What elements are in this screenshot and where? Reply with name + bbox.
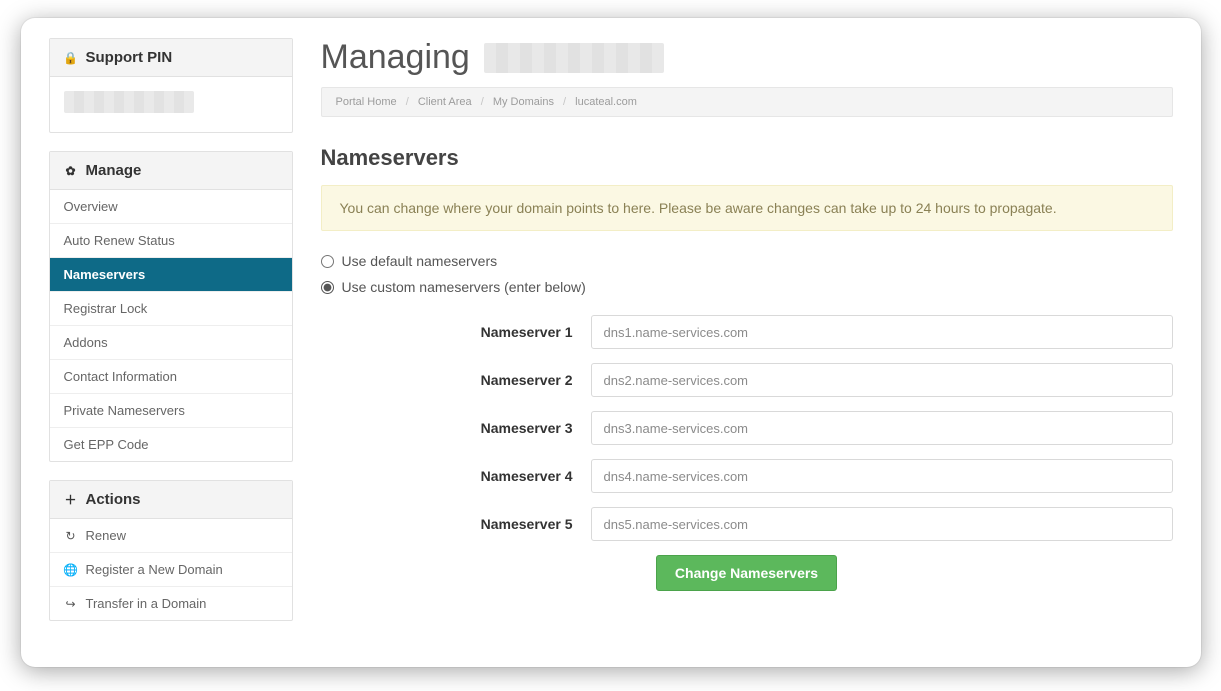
support-pin-body <box>50 77 292 132</box>
breadcrumb-item[interactable]: Client Area <box>418 96 472 108</box>
arrow-share-icon: ↪ <box>64 597 78 611</box>
radio-custom-ns[interactable]: Use custom nameservers (enter below) <box>321 279 1173 295</box>
ns-label-3: Nameserver 3 <box>321 420 591 436</box>
ns-label-5: Nameserver 5 <box>321 516 591 532</box>
support-pin-title: Support PIN <box>86 49 173 66</box>
support-pin-panel: 🔒 Support PIN <box>49 38 293 133</box>
section-title: Nameservers <box>321 145 1173 171</box>
actions-header: ＋ Actions <box>50 481 292 519</box>
ns-input-1[interactable] <box>591 315 1173 349</box>
breadcrumb-item: lucateal.com <box>575 96 637 108</box>
support-pin-header: 🔒 Support PIN <box>50 39 292 77</box>
ns-row-3: Nameserver 3 <box>321 411 1173 445</box>
app-window: 🔒 Support PIN ✿ Manage Overview Auto Ren… <box>21 18 1201 667</box>
nameserver-form: Nameserver 1 Nameserver 2 Nameserver 3 N… <box>321 315 1173 591</box>
sidebar-item-overview[interactable]: Overview <box>50 190 292 224</box>
gear-icon: ✿ <box>64 164 78 178</box>
radio-default-ns-input[interactable] <box>321 255 334 268</box>
ns-input-2[interactable] <box>591 363 1173 397</box>
main-content: Managing Portal Home / Client Area / My … <box>321 38 1173 639</box>
manage-title: Manage <box>86 162 142 179</box>
sidebar-item-registrar-lock[interactable]: Registrar Lock <box>50 292 292 326</box>
manage-header: ✿ Manage <box>50 152 292 190</box>
ns-row-1: Nameserver 1 <box>321 315 1173 349</box>
manage-panel: ✿ Manage Overview Auto Renew Status Name… <box>49 151 293 462</box>
ns-label-2: Nameserver 2 <box>321 372 591 388</box>
ns-label-1: Nameserver 1 <box>321 324 591 340</box>
page-title-domain-redacted <box>484 43 664 73</box>
ns-row-5: Nameserver 5 <box>321 507 1173 541</box>
radio-custom-ns-input[interactable] <box>321 281 334 294</box>
ns-label-4: Nameserver 4 <box>321 468 591 484</box>
globe-icon: 🌐 <box>64 563 78 577</box>
ns-row-4: Nameserver 4 <box>321 459 1173 493</box>
actions-title: Actions <box>86 491 141 508</box>
actions-panel: ＋ Actions ↻ Renew 🌐 Register a New Domai… <box>49 480 293 621</box>
submit-row: Change Nameservers <box>321 555 1173 591</box>
refresh-icon: ↻ <box>64 529 78 543</box>
action-register-domain[interactable]: 🌐 Register a New Domain <box>50 553 292 587</box>
sidebar-item-nameservers[interactable]: Nameservers <box>50 258 292 292</box>
sidebar-item-auto-renew[interactable]: Auto Renew Status <box>50 224 292 258</box>
support-pin-value-redacted <box>64 91 194 113</box>
ns-input-3[interactable] <box>591 411 1173 445</box>
breadcrumb-item[interactable]: Portal Home <box>336 96 397 108</box>
sidebar-item-epp-code[interactable]: Get EPP Code <box>50 428 292 461</box>
sidebar-item-private-ns[interactable]: Private Nameservers <box>50 394 292 428</box>
sidebar-item-contact-info[interactable]: Contact Information <box>50 360 292 394</box>
plus-icon: ＋ <box>64 491 78 508</box>
ns-input-5[interactable] <box>591 507 1173 541</box>
page-title: Managing <box>321 38 1173 77</box>
action-transfer-domain[interactable]: ↪ Transfer in a Domain <box>50 587 292 620</box>
ns-input-4[interactable] <box>591 459 1173 493</box>
info-alert: You can change where your domain points … <box>321 185 1173 231</box>
ns-row-2: Nameserver 2 <box>321 363 1173 397</box>
action-renew[interactable]: ↻ Renew <box>50 519 292 553</box>
breadcrumb: Portal Home / Client Area / My Domains /… <box>321 87 1173 117</box>
breadcrumb-item[interactable]: My Domains <box>493 96 554 108</box>
sidebar-item-addons[interactable]: Addons <box>50 326 292 360</box>
lock-icon: 🔒 <box>64 51 78 65</box>
radio-default-ns[interactable]: Use default nameservers <box>321 253 1173 269</box>
change-nameservers-button[interactable]: Change Nameservers <box>656 555 837 591</box>
page-title-prefix: Managing <box>321 38 470 77</box>
sidebar: 🔒 Support PIN ✿ Manage Overview Auto Ren… <box>49 38 293 639</box>
